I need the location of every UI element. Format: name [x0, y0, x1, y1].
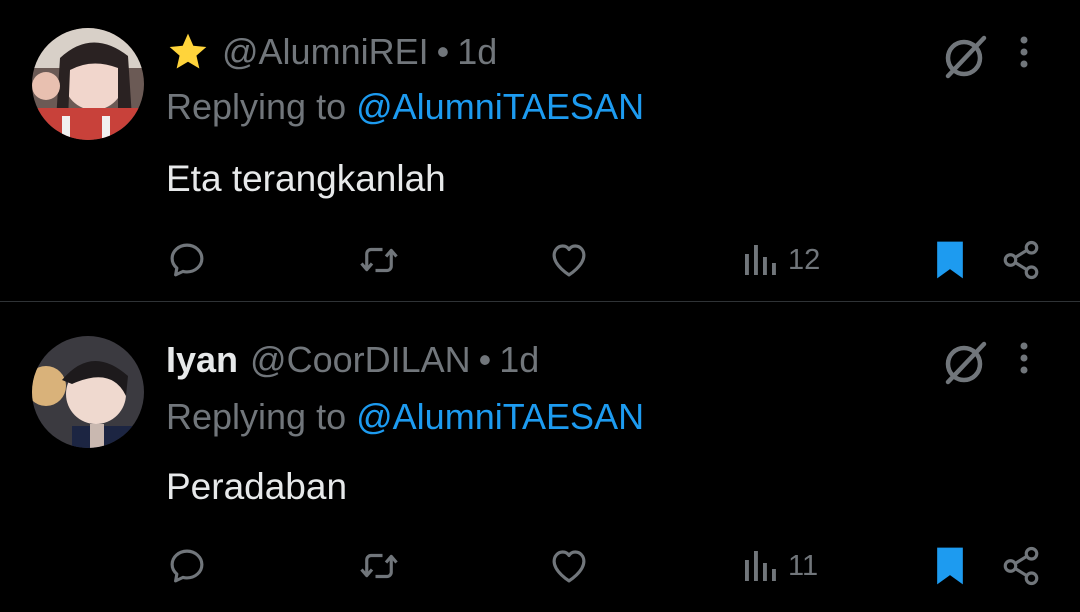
display-name[interactable]: Iyan [166, 339, 238, 381]
reply-icon [170, 549, 204, 583]
user-handle[interactable]: @CoorDILAN [250, 339, 471, 381]
separator-dot: • [478, 339, 492, 380]
tweet-header: Iyan @CoorDILAN • 1d [166, 338, 539, 382]
replying-to-mention[interactable]: @AlumniTAESAN [356, 396, 644, 437]
views-count: 11 [788, 549, 819, 582]
more-options-icon[interactable] [1008, 336, 1040, 384]
like-button[interactable] [548, 540, 590, 592]
bookmark-icon [937, 547, 963, 585]
tweet-text: Peradaban [166, 466, 348, 507]
heart-icon [552, 550, 586, 583]
retweet-icon [360, 553, 398, 579]
avatar[interactable] [32, 336, 144, 448]
reply-button[interactable] [166, 540, 208, 592]
replying-to-label: Replying to [166, 396, 347, 437]
retweet-button[interactable] [356, 540, 402, 592]
views-button[interactable]: 11 [742, 540, 818, 592]
tweet[interactable]: Iyan @CoorDILAN • 1d Replying to @Alumni… [0, 0, 1080, 586]
share-button[interactable] [1000, 540, 1042, 592]
views-icon [745, 551, 776, 581]
replying-to-line: Replying to @AlumniTAESAN [166, 396, 644, 438]
avatar-photo [32, 336, 144, 448]
bookmark-button[interactable] [930, 540, 970, 592]
grok-icon[interactable] [940, 336, 992, 388]
timestamp[interactable]: 1d [499, 339, 539, 381]
share-icon [1003, 546, 1039, 586]
